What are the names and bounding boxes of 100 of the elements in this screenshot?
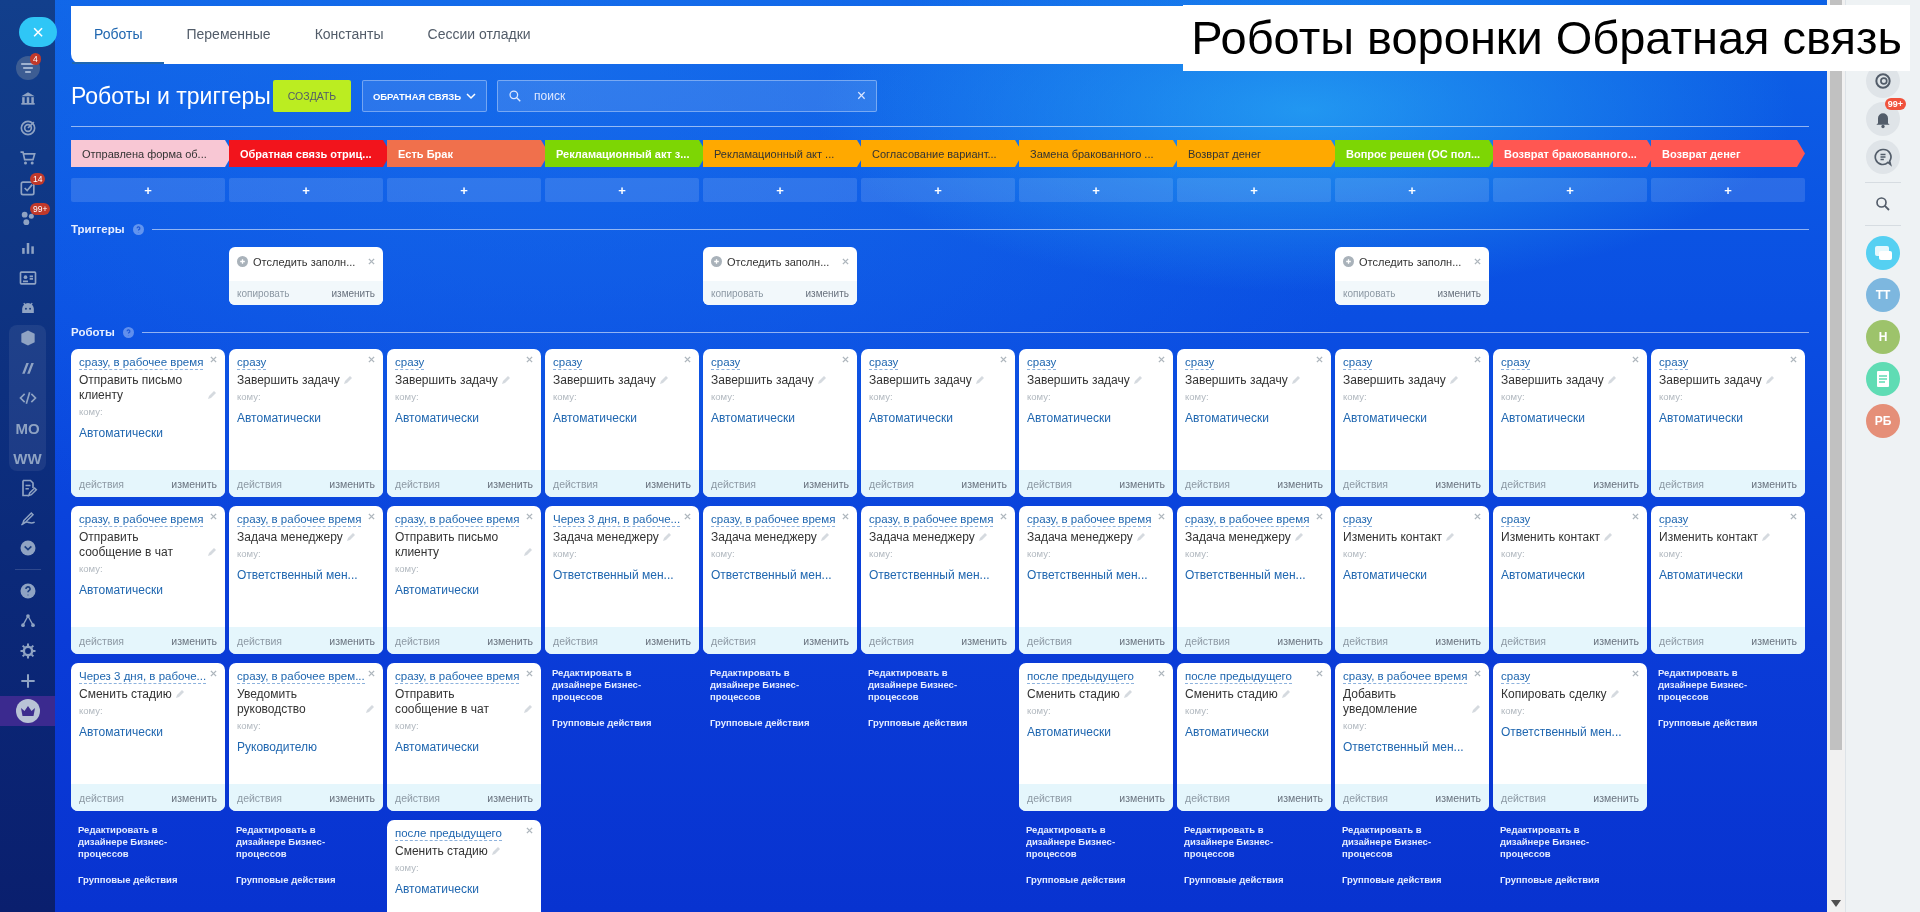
- edit-link[interactable]: изменить: [1119, 791, 1165, 804]
- designer-link[interactable]: Редактировать в дизайнере Бизнес-процессов: [1342, 824, 1472, 860]
- search-field[interactable]: поиск ×: [497, 80, 877, 112]
- close-icon[interactable]: [368, 513, 375, 520]
- delay-link[interactable]: сразу, в рабочее врем...: [237, 669, 365, 684]
- group-actions-link[interactable]: Групповые действия: [1500, 874, 1630, 886]
- pencil-icon[interactable]: [1135, 532, 1146, 542]
- close-icon[interactable]: [1474, 670, 1481, 677]
- robot-card[interactable]: сразу, в рабочее время Отправить письмо клиенту кому: Автоматически действия изменить: [387, 506, 541, 654]
- add-robot-button[interactable]: +: [229, 178, 383, 202]
- add-robot-button[interactable]: +: [1493, 178, 1647, 202]
- close-icon[interactable]: [842, 513, 849, 520]
- close-icon[interactable]: [1316, 513, 1323, 520]
- delay-link[interactable]: сразу, в рабочее время: [79, 355, 204, 370]
- edit-link[interactable]: изменить: [1593, 791, 1639, 804]
- robot-card[interactable]: сразу, в рабочее время Отправить письмо клиенту кому: Автоматически действия изменить: [71, 349, 225, 497]
- robot-card[interactable]: после предыдущего Сменить стадию кому: Автоматически: [387, 820, 541, 912]
- delay-link[interactable]: сразу, в рабочее время: [1027, 512, 1152, 527]
- close-icon[interactable]: [1000, 356, 1007, 363]
- trigger-card[interactable]: Отследить заполн... копировать изменить: [229, 247, 383, 305]
- robot-card[interactable]: сразу, в рабочее время Задача менеджеру кому: Ответственный мен... действия изменить: [229, 506, 383, 654]
- edit-link[interactable]: изменить: [803, 477, 849, 490]
- pencil-icon[interactable]: [342, 375, 353, 385]
- delay-link[interactable]: сразу: [1185, 355, 1215, 370]
- edit-link[interactable]: изменить: [171, 477, 217, 490]
- delay-link[interactable]: сразу, в рабочее время: [869, 512, 994, 527]
- robot-card[interactable]: сразу Завершить задачу кому: Автоматически действия изменить: [545, 349, 699, 497]
- close-icon[interactable]: [210, 513, 217, 520]
- recipient-link[interactable]: Ответственный мен...: [1501, 725, 1622, 739]
- edit-link[interactable]: изменить: [1435, 634, 1481, 647]
- edit-link[interactable]: изменить: [805, 287, 849, 299]
- recipient-link[interactable]: Ответственный мен...: [1343, 740, 1464, 754]
- recipient-link[interactable]: Автоматически: [1027, 411, 1111, 425]
- delay-link[interactable]: сразу, в рабочее время: [237, 512, 362, 527]
- edit-link[interactable]: изменить: [171, 791, 217, 804]
- recipient-link[interactable]: Автоматически: [395, 583, 479, 597]
- add-robot-button[interactable]: +: [1335, 178, 1489, 202]
- pencil-icon[interactable]: [1448, 375, 1459, 385]
- pencil-icon[interactable]: [1609, 689, 1620, 699]
- pencil-icon[interactable]: [819, 532, 830, 542]
- pencil-icon[interactable]: [523, 704, 533, 714]
- pencil-icon[interactable]: [174, 689, 185, 699]
- robot-card[interactable]: сразу, в рабочее время Отправить сообщение в чат кому: Автоматически действия изменить: [387, 663, 541, 811]
- pipeline-dropdown[interactable]: ОБРАТНАЯ СВЯЗЬ: [362, 80, 487, 112]
- delay-link[interactable]: Через 3 дня, в рабоче...: [553, 512, 681, 527]
- delay-link[interactable]: сразу: [553, 355, 583, 370]
- pencil-icon[interactable]: [490, 846, 501, 856]
- pencil-icon[interactable]: [1290, 375, 1301, 385]
- tab[interactable]: Константы: [292, 6, 406, 64]
- delay-link[interactable]: сразу, в рабочее время: [1185, 512, 1310, 527]
- edit-link[interactable]: изменить: [1437, 287, 1481, 299]
- recipient-link[interactable]: Автоматически: [79, 725, 163, 739]
- close-icon[interactable]: [1474, 513, 1481, 520]
- pencil-icon[interactable]: [816, 375, 827, 385]
- robot-card[interactable]: сразу Завершить задачу кому: Автоматически действия изменить: [861, 349, 1015, 497]
- delay-link[interactable]: сразу: [1501, 355, 1531, 370]
- document-icon[interactable]: [1866, 362, 1900, 396]
- add-robot-button[interactable]: +: [387, 178, 541, 202]
- edit-link[interactable]: изменить: [331, 287, 375, 299]
- robot-card[interactable]: Через 3 дня, в рабоче... Сменить стадию кому: Автоматически действия изменить: [71, 663, 225, 811]
- pencil-icon[interactable]: [1280, 689, 1291, 699]
- robot-card[interactable]: сразу Изменить контакт кому: Автоматически действия изменить: [1493, 506, 1647, 654]
- group-actions-link[interactable]: Групповые действия: [552, 717, 682, 729]
- group-actions-link[interactable]: Групповые действия: [1658, 717, 1788, 729]
- edit-link[interactable]: изменить: [171, 634, 217, 647]
- recipient-link[interactable]: Автоматически: [395, 882, 479, 896]
- robot-card[interactable]: сразу, в рабочее врем... Уведомить руководство кому: Руководителю действия изменить: [229, 663, 383, 811]
- close-icon[interactable]: [842, 356, 849, 363]
- pencil-icon[interactable]: [661, 532, 672, 542]
- pencil-icon[interactable]: [1471, 704, 1481, 714]
- close-icon[interactable]: [1632, 356, 1639, 363]
- close-icon[interactable]: [1316, 356, 1323, 363]
- designer-link[interactable]: Редактировать в дизайнере Бизнес-процессов: [1184, 824, 1314, 860]
- pencil-icon[interactable]: [658, 375, 669, 385]
- add-robot-button[interactable]: +: [71, 178, 225, 202]
- recipient-link[interactable]: Ответственный мен...: [1185, 568, 1306, 582]
- designer-link[interactable]: Редактировать в дизайнере Бизнес-процессов: [710, 667, 840, 703]
- edit-link[interactable]: изменить: [329, 634, 375, 647]
- delay-link[interactable]: сразу, в рабочее время: [395, 512, 520, 527]
- recipient-link[interactable]: Автоматически: [1659, 568, 1743, 582]
- edit-link[interactable]: изменить: [1277, 634, 1323, 647]
- edit-link[interactable]: изменить: [1751, 634, 1797, 647]
- edit-link[interactable]: изменить: [961, 477, 1007, 490]
- delay-link[interactable]: сразу: [395, 355, 425, 370]
- robot-card[interactable]: сразу Завершить задачу кому: Автоматически действия изменить: [703, 349, 857, 497]
- delay-link[interactable]: сразу, в рабочее время: [1343, 669, 1468, 684]
- delay-link[interactable]: сразу, в рабочее время: [79, 512, 204, 527]
- group-actions-link[interactable]: Групповые действия: [236, 874, 366, 886]
- group-actions-link[interactable]: Групповые действия: [1026, 874, 1156, 886]
- edit-link[interactable]: изменить: [1119, 477, 1165, 490]
- delay-link[interactable]: сразу, в рабочее время: [711, 512, 836, 527]
- pencil-icon[interactable]: [1122, 689, 1133, 699]
- edit-link[interactable]: изменить: [803, 634, 849, 647]
- recipient-link[interactable]: Автоматически: [395, 740, 479, 754]
- designer-link[interactable]: Редактировать в дизайнере Бизнес-процессов: [78, 824, 208, 860]
- robot-card[interactable]: сразу Изменить контакт кому: Автоматически действия изменить: [1651, 506, 1805, 654]
- pencil-icon[interactable]: [207, 390, 217, 400]
- close-icon[interactable]: [368, 670, 375, 677]
- recipient-link[interactable]: Автоматически: [1501, 568, 1585, 582]
- recipient-link[interactable]: Автоматически: [1659, 411, 1743, 425]
